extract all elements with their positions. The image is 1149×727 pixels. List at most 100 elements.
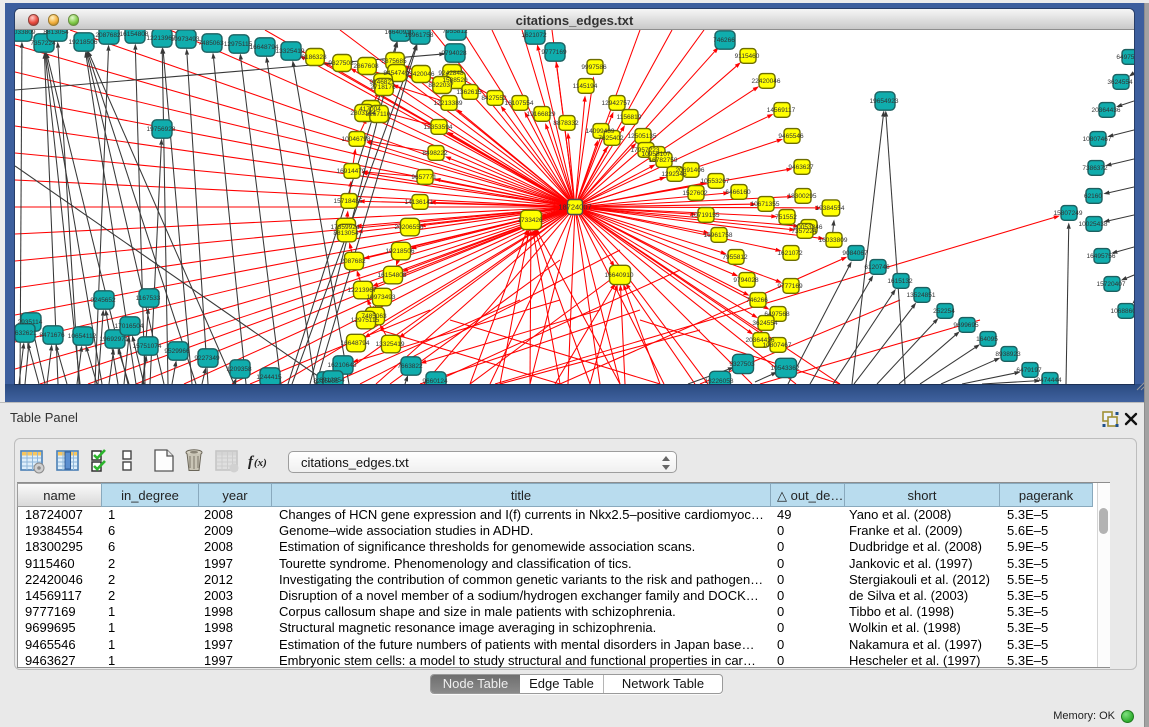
svg-text:7955812: 7955812 xyxy=(442,30,468,35)
svg-text:9777169: 9777169 xyxy=(777,283,803,290)
svg-text:7386372: 7386372 xyxy=(1082,165,1108,172)
svg-text:3624554: 3624554 xyxy=(1107,79,1133,86)
svg-text:6466160: 6466160 xyxy=(725,189,751,196)
svg-text:7663822: 7663822 xyxy=(397,363,423,370)
svg-text:9794028: 9794028 xyxy=(441,50,467,57)
svg-text:9227349: 9227349 xyxy=(194,355,220,362)
svg-text:9465546: 9465546 xyxy=(778,133,804,140)
svg-text:12975115: 12975115 xyxy=(224,41,253,48)
svg-text:1733426: 1733426 xyxy=(517,217,543,224)
svg-text:10688609: 10688609 xyxy=(1111,308,1134,315)
svg-text:9657771: 9657771 xyxy=(411,174,437,181)
svg-text:9327503: 9327503 xyxy=(729,361,755,368)
svg-text:6120746: 6120746 xyxy=(864,264,890,271)
svg-text:17016504: 17016504 xyxy=(115,323,144,330)
svg-text:15718485: 15718485 xyxy=(334,198,363,205)
svg-text:2087682: 2087682 xyxy=(340,258,366,265)
svg-text:7357224: 7357224 xyxy=(791,228,817,235)
svg-text:8813054: 8813054 xyxy=(333,230,359,237)
svg-text:9327508: 9327508 xyxy=(328,60,354,67)
svg-text:12353594: 12353594 xyxy=(424,124,453,131)
svg-text:9997586: 9997586 xyxy=(581,64,607,71)
svg-text:1209358: 1209358 xyxy=(226,366,252,373)
svg-text:12975115: 12975115 xyxy=(351,317,380,324)
svg-text:10973493: 10973493 xyxy=(171,36,200,43)
svg-text:10543362: 10543362 xyxy=(771,365,800,372)
svg-text:16648794: 16648794 xyxy=(341,340,370,347)
svg-text:15720407: 15720407 xyxy=(1097,281,1126,288)
svg-text:18724007: 18724007 xyxy=(558,203,591,212)
svg-text:(x): (x) xyxy=(254,457,267,469)
svg-text:8186328: 8186328 xyxy=(301,54,327,61)
svg-text:16914479: 16914479 xyxy=(337,168,366,175)
svg-text:10719155: 10719155 xyxy=(691,212,720,219)
svg-text:1621072: 1621072 xyxy=(777,250,803,257)
svg-text:23420046: 23420046 xyxy=(406,71,435,78)
svg-text:6479197: 6479197 xyxy=(1016,367,1042,374)
svg-text:9660124: 9660124 xyxy=(422,378,448,384)
svg-text:10046798: 10046798 xyxy=(342,136,371,143)
svg-text:10025438: 10025438 xyxy=(1079,221,1108,228)
svg-text:16033809: 16033809 xyxy=(819,237,848,244)
svg-text:9463627: 9463627 xyxy=(788,164,814,171)
svg-text:14569117: 14569117 xyxy=(767,107,796,114)
svg-text:9529966: 9529966 xyxy=(164,348,190,355)
svg-text:16782759: 16782759 xyxy=(649,157,678,164)
svg-text:19218506: 19218506 xyxy=(386,248,415,255)
svg-text:19218506: 19218506 xyxy=(69,39,98,46)
svg-text:9245652: 9245652 xyxy=(90,297,116,304)
svg-text:164095: 164095 xyxy=(976,336,998,343)
svg-text:8498222: 8498222 xyxy=(422,150,448,157)
svg-text:1621072: 1621072 xyxy=(521,32,547,39)
svg-text:1167533: 1167533 xyxy=(136,295,161,302)
svg-text:9794028: 9794028 xyxy=(733,277,759,284)
svg-text:16033809: 16033809 xyxy=(15,30,36,36)
svg-text:16154808: 16154808 xyxy=(378,272,407,279)
svg-text:10671355: 10671355 xyxy=(751,201,780,208)
svg-text:16648794: 16648794 xyxy=(250,44,279,51)
svg-text:2718176: 2718176 xyxy=(370,84,396,91)
svg-text:8878332: 8878332 xyxy=(553,120,579,127)
svg-text:20364436: 20364436 xyxy=(1092,107,1121,114)
svg-text:8912954: 8912954 xyxy=(319,377,345,384)
svg-text:14099489: 14099489 xyxy=(586,128,615,135)
svg-text:1156819: 1156819 xyxy=(617,114,642,121)
svg-text:12213967: 12213967 xyxy=(348,287,377,294)
svg-text:16154808: 16154808 xyxy=(120,31,149,38)
svg-text:1615132: 1615132 xyxy=(887,278,913,285)
svg-text:1145194: 1145194 xyxy=(573,83,598,90)
svg-text:15807249: 15807249 xyxy=(1054,210,1083,217)
svg-text:12213389: 12213389 xyxy=(434,100,463,107)
svg-text:746266: 746266 xyxy=(746,297,768,304)
svg-text:12505135: 12505135 xyxy=(628,133,657,140)
svg-text:14136141: 14136141 xyxy=(405,199,434,206)
svg-text:15751074: 15751074 xyxy=(133,343,162,350)
svg-text:1527602: 1527602 xyxy=(682,190,708,197)
svg-text:7357224: 7357224 xyxy=(30,40,56,47)
svg-text:1244415: 1244415 xyxy=(256,374,282,381)
svg-text:2867608: 2867608 xyxy=(353,63,379,70)
svg-text:8822037: 8822037 xyxy=(428,82,454,89)
svg-text:62160: 62160 xyxy=(1084,193,1102,200)
svg-text:20206556: 20206556 xyxy=(395,224,424,231)
svg-text:9777169: 9777169 xyxy=(541,49,567,56)
svg-text:9474444: 9474444 xyxy=(1036,377,1062,384)
svg-text:13524851: 13524851 xyxy=(907,292,936,299)
svg-text:16107554: 16107554 xyxy=(505,100,534,107)
svg-text:252254: 252254 xyxy=(933,308,955,315)
svg-text:10807467: 10807467 xyxy=(763,342,792,349)
svg-text:7955812: 7955812 xyxy=(722,254,748,261)
svg-text:9242848: 9242848 xyxy=(438,70,464,77)
svg-text:2935114: 2935114 xyxy=(18,319,43,326)
svg-text:7625402: 7625402 xyxy=(598,135,624,142)
svg-text:18300295: 18300295 xyxy=(788,193,817,200)
svg-text:2087682: 2087682 xyxy=(95,32,121,39)
svg-text:12942757: 12942757 xyxy=(602,100,631,107)
svg-text:9084067: 9084067 xyxy=(842,250,868,257)
svg-text:16495756: 16495756 xyxy=(1087,253,1116,260)
svg-text:9699695: 9699695 xyxy=(953,322,979,329)
svg-text:20691406: 20691406 xyxy=(676,167,705,174)
svg-text:9115460: 9115460 xyxy=(735,53,760,60)
svg-text:6497568: 6497568 xyxy=(1116,54,1134,61)
svg-text:7485063: 7485063 xyxy=(198,40,224,47)
